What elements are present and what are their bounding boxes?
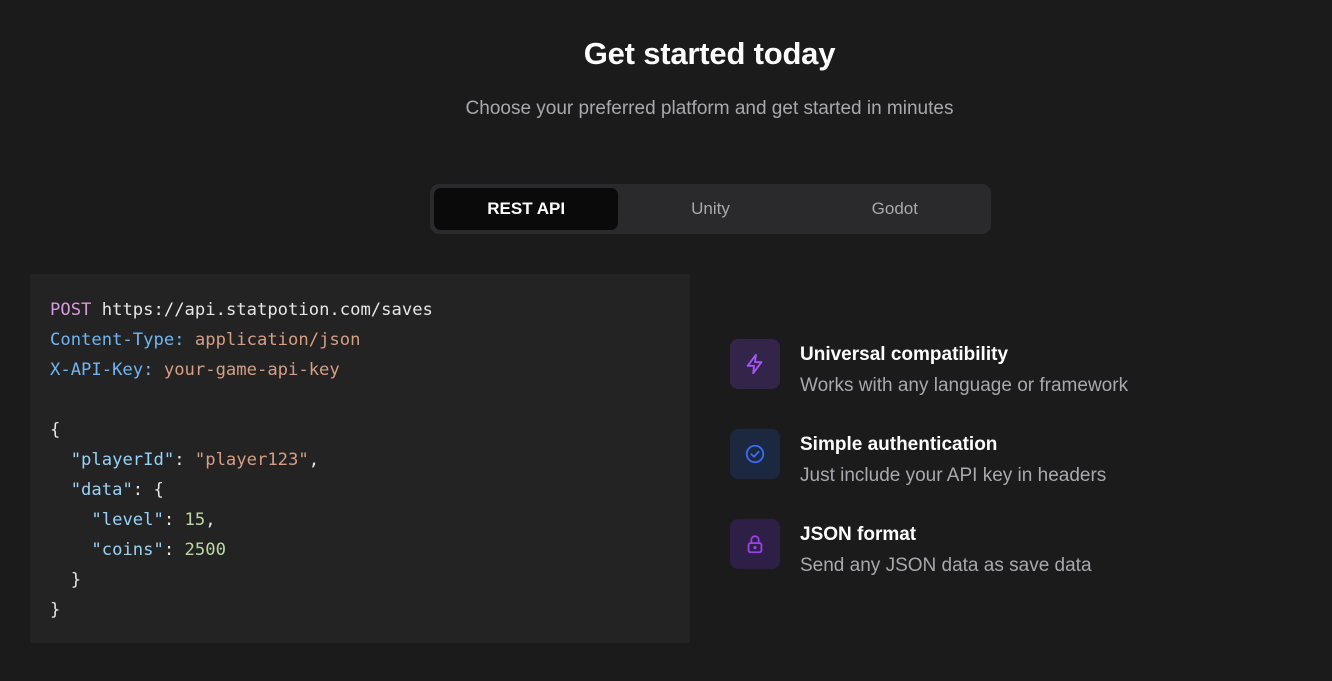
lightning-icon bbox=[730, 339, 780, 389]
header-name: Content-Type: bbox=[50, 330, 185, 350]
code-sample: POST https://api.statpotion.com/saves Co… bbox=[30, 274, 690, 643]
feature-title: Simple authentication bbox=[800, 434, 998, 455]
json-number-value: 15 bbox=[184, 510, 206, 530]
check-circle-icon bbox=[730, 429, 780, 479]
feature-description: Works with any language or framework bbox=[800, 375, 1129, 396]
request-url: https://api.statpotion.com/saves bbox=[101, 300, 433, 320]
feature-description: Just include your API key in headers bbox=[800, 465, 1107, 486]
json-string-value: "player123" bbox=[194, 450, 309, 470]
page: Get started today Choose your preferred … bbox=[0, 0, 1332, 681]
tab-godot[interactable]: Godot bbox=[803, 188, 987, 230]
header-value: your-game-api-key bbox=[163, 360, 340, 380]
feature-title: Universal compatibility bbox=[800, 344, 1009, 365]
lock-icon bbox=[730, 519, 780, 569]
header-value: application/json bbox=[194, 330, 361, 350]
http-method: POST bbox=[50, 300, 92, 320]
feature-list: Universal compatibility Works with any l… bbox=[730, 339, 1290, 609]
tab-unity[interactable]: Unity bbox=[618, 188, 802, 230]
feature-description: Send any JSON data as save data bbox=[800, 555, 1092, 576]
json-key: "playerId" bbox=[70, 450, 175, 470]
feature-item: Simple authentication Just include your … bbox=[730, 429, 1290, 519]
json-key: "level" bbox=[91, 510, 164, 530]
feature-title: JSON format bbox=[800, 524, 917, 545]
header-name: X-API-Key: bbox=[50, 360, 154, 380]
feature-item: JSON format Send any JSON data as save d… bbox=[730, 519, 1290, 609]
json-number-value: 2500 bbox=[184, 540, 226, 560]
tab-rest-api[interactable]: REST API bbox=[434, 188, 619, 230]
json-key: "data" bbox=[70, 480, 133, 500]
feature-item: Universal compatibility Works with any l… bbox=[730, 339, 1290, 429]
page-subtitle: Choose your preferred platform and get s… bbox=[465, 98, 954, 119]
platform-tabs: REST API Unity Godot bbox=[430, 184, 991, 234]
json-key: "coins" bbox=[91, 540, 164, 560]
page-title: Get started today bbox=[583, 36, 836, 71]
